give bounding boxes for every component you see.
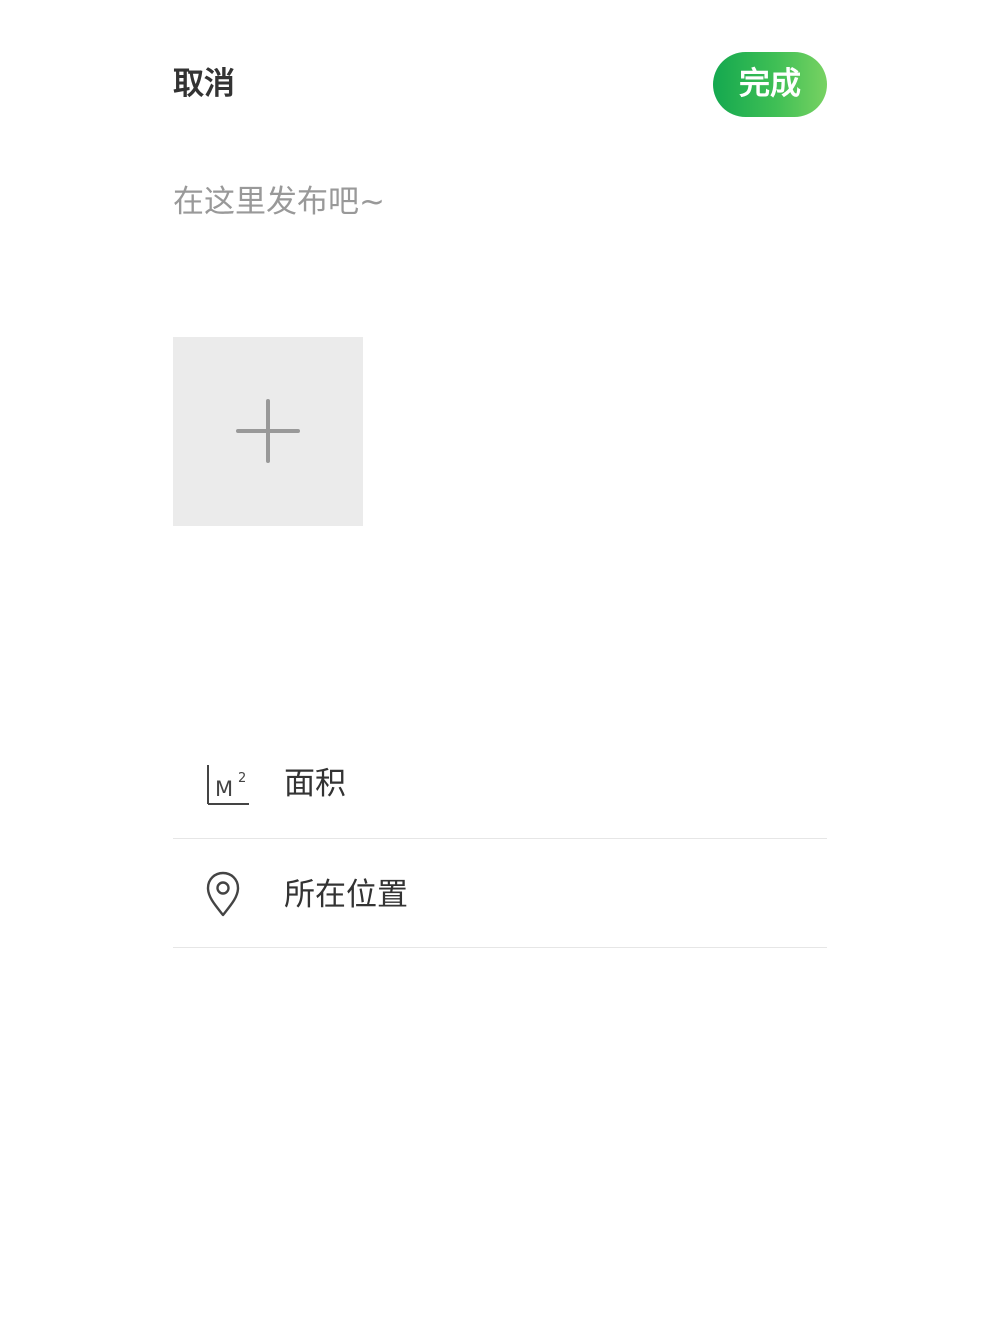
header-bar: 取消 完成 <box>173 52 827 118</box>
done-button[interactable]: 完成 <box>713 52 827 117</box>
svg-text:M: M <box>215 777 233 801</box>
field-list: M 2 面积 所在位置 <box>173 730 827 948</box>
post-content-input[interactable] <box>173 176 827 306</box>
add-image-button[interactable] <box>173 337 363 526</box>
area-label: 面积 <box>284 766 346 802</box>
area-m2-icon: M 2 <box>207 765 249 805</box>
location-row[interactable]: 所在位置 <box>173 839 827 948</box>
publish-page: 取消 完成 M 2 面积 所在位置 <box>173 0 827 1334</box>
plus-icon <box>236 399 300 463</box>
location-pin-icon <box>206 871 240 917</box>
svg-text:2: 2 <box>238 771 246 786</box>
area-row[interactable]: M 2 面积 <box>173 730 827 839</box>
cancel-button[interactable]: 取消 <box>173 64 235 104</box>
location-label: 所在位置 <box>284 877 408 913</box>
